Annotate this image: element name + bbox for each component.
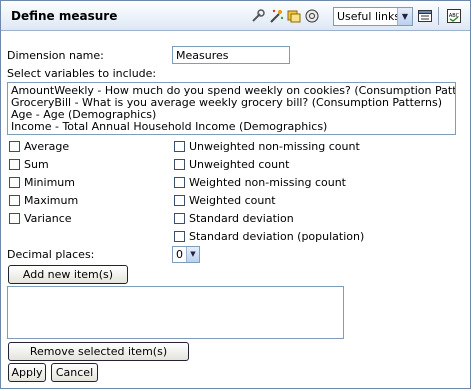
checkbox-box[interactable]: [174, 177, 185, 188]
checkbox-label: Average: [24, 140, 70, 153]
toolbar-separator: [438, 7, 439, 25]
chevron-down-icon: ▼: [186, 247, 199, 262]
checkbox-label: Weighted count: [189, 194, 276, 207]
maximum-checkbox[interactable]: Maximum: [9, 194, 78, 207]
title-bar: Define measure Useful links ▼ ABC: [1, 1, 470, 31]
weighted-non-missing-count-checkbox[interactable]: Weighted non-missing count: [174, 176, 346, 189]
standard-deviation-population-checkbox[interactable]: Standard deviation (population): [174, 230, 364, 243]
variance-checkbox[interactable]: Variance: [9, 212, 72, 225]
unweighted-count-checkbox[interactable]: Unweighted count: [174, 158, 289, 171]
checkbox-box[interactable]: [174, 195, 185, 206]
useful-links-label: Useful links: [337, 10, 401, 23]
checkbox-box[interactable]: [174, 213, 185, 224]
checkbox-box[interactable]: [174, 141, 185, 152]
svg-text:ABC: ABC: [449, 13, 460, 19]
checkbox-label: Maximum: [24, 194, 79, 207]
checkbox-box[interactable]: [9, 177, 20, 188]
dimension-name-label: Dimension name:: [7, 49, 104, 62]
useful-links-select[interactable]: Useful links ▼: [333, 7, 413, 26]
apply-button[interactable]: Apply: [8, 363, 46, 382]
dialog-title: Define measure: [11, 9, 118, 23]
variables-listbox[interactable]: AmountWeekly - How much do you spend wee…: [7, 82, 456, 135]
checkbox-label: Unweighted non-missing count: [189, 140, 360, 153]
checkbox-box[interactable]: [9, 213, 20, 224]
decimal-places-label: Decimal places:: [7, 248, 95, 261]
cancel-button[interactable]: Cancel: [51, 363, 98, 382]
grid-icon[interactable]: [417, 8, 433, 24]
checkbox-label: Unweighted count: [189, 158, 290, 171]
checkbox-label: Variance: [24, 212, 72, 225]
standard-deviation-checkbox[interactable]: Standard deviation: [174, 212, 294, 225]
add-new-items-button[interactable]: Add new item(s): [8, 265, 128, 284]
decimal-places-value: 0: [176, 248, 183, 261]
abc-icon[interactable]: ABC: [446, 8, 462, 24]
checkbox-box[interactable]: [174, 159, 185, 170]
checkbox-label: Standard deviation: [189, 212, 294, 225]
copy-icon[interactable]: [286, 8, 302, 24]
magic-wand-icon[interactable]: [268, 8, 284, 24]
decimal-places-select[interactable]: 0 ▼: [172, 246, 200, 263]
dimension-name-field[interactable]: Measures: [172, 46, 290, 64]
checkbox-label: Minimum: [24, 176, 75, 189]
items-listbox[interactable]: [7, 286, 344, 339]
checkbox-label: Weighted non-missing count: [189, 176, 346, 189]
remove-selected-items-button[interactable]: Remove selected item(s): [8, 342, 189, 361]
unweighted-non-missing-count-checkbox[interactable]: Unweighted non-missing count: [174, 140, 360, 153]
sum-checkbox[interactable]: Sum: [9, 158, 49, 171]
checkbox-box[interactable]: [9, 141, 20, 152]
minimum-checkbox[interactable]: Minimum: [9, 176, 75, 189]
list-item[interactable]: Income - Total Annual Household Income (…: [11, 121, 452, 133]
checkbox-box[interactable]: [9, 159, 20, 170]
phone-icon[interactable]: [304, 8, 320, 24]
checkbox-label: Sum: [24, 158, 49, 171]
checkbox-box[interactable]: [174, 231, 185, 242]
wrench-icon[interactable]: [250, 8, 266, 24]
variables-label: Select variables to include:: [7, 67, 157, 80]
weighted-count-checkbox[interactable]: Weighted count: [174, 194, 276, 207]
chevron-down-icon: ▼: [397, 8, 412, 25]
average-checkbox[interactable]: Average: [9, 140, 69, 153]
checkbox-box[interactable]: [9, 195, 20, 206]
checkbox-label: Standard deviation (population): [189, 230, 365, 243]
